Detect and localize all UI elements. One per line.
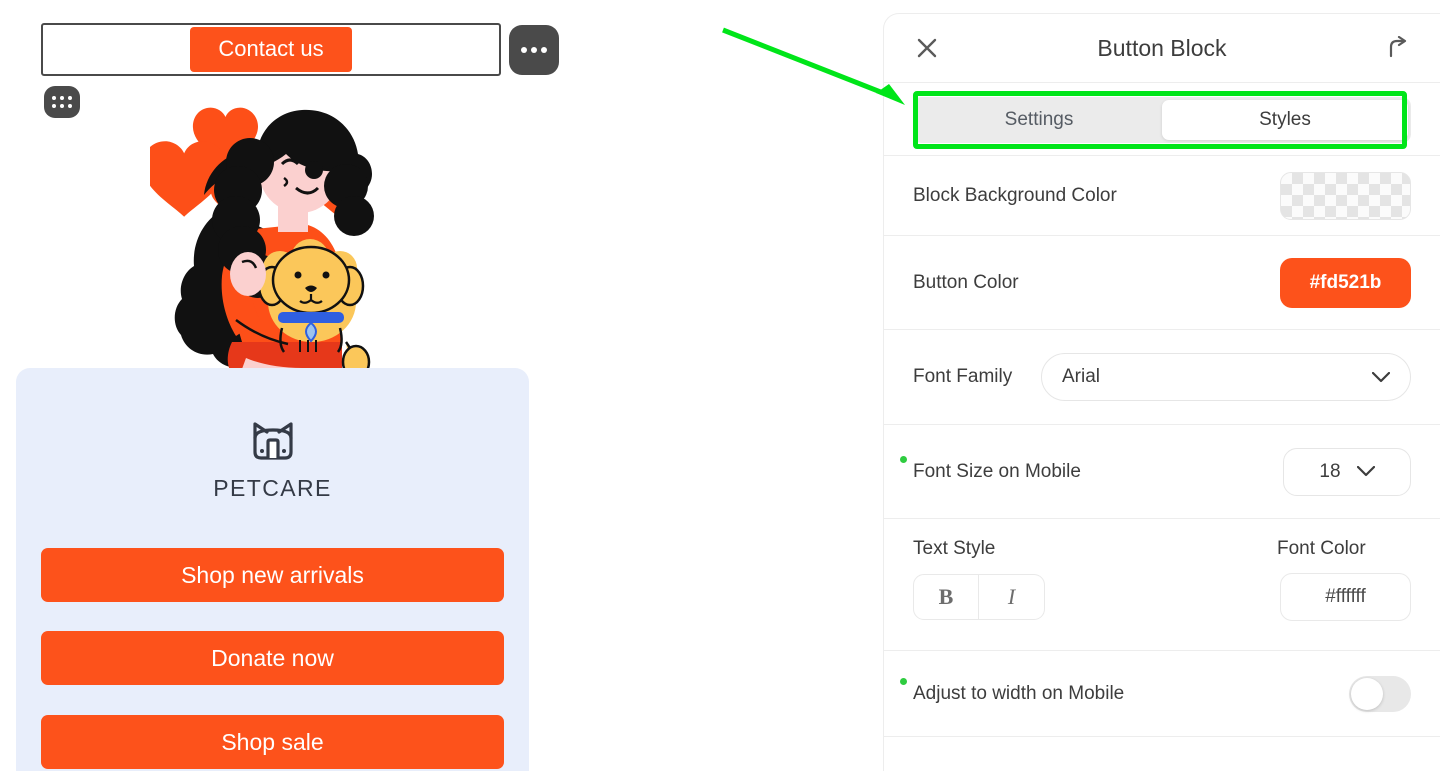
font-family-select[interactable]: Arial bbox=[1041, 353, 1411, 401]
block-background-color-label: Block Background Color bbox=[913, 184, 1117, 206]
row-text-style: Text Style Font Color B I #ffffff bbox=[884, 518, 1440, 650]
petcare-logo-text: PETCARE bbox=[213, 475, 332, 501]
drag-dot bbox=[68, 96, 72, 100]
block-settings-panel: Button Block Settings Styles Block Backg… bbox=[883, 13, 1440, 771]
dog-eye bbox=[322, 271, 330, 279]
ellipsis-dot bbox=[521, 47, 527, 53]
tab-styles[interactable]: Styles bbox=[1162, 100, 1408, 140]
block-background-color-swatch[interactable] bbox=[1280, 171, 1411, 220]
italic-button[interactable]: I bbox=[979, 574, 1045, 620]
font-size-mobile-value: 18 bbox=[1319, 460, 1341, 482]
tab-settings[interactable]: Settings bbox=[916, 100, 1162, 140]
adjust-width-mobile-toggle[interactable] bbox=[1349, 675, 1411, 712]
mobile-override-dot bbox=[900, 455, 907, 463]
row-font-size-mobile: Font Size on Mobile 18 bbox=[884, 424, 1440, 518]
drag-dot bbox=[52, 96, 56, 100]
row-block-background-color: Block Background Color bbox=[884, 155, 1440, 235]
panel-header: Button Block bbox=[884, 14, 1440, 83]
email-canvas: Contact us PETCARE Shop new arrivals Don… bbox=[0, 0, 880, 771]
row-font-family: Font Family Arial bbox=[884, 329, 1440, 424]
chevron-down-icon bbox=[1372, 371, 1390, 382]
button-color-swatch[interactable]: #fd521b bbox=[1280, 257, 1411, 308]
collar-tag bbox=[305, 321, 317, 343]
selected-button-block[interactable]: Contact us bbox=[41, 23, 501, 76]
eye bbox=[305, 161, 323, 179]
shop-sale-button[interactable]: Shop sale bbox=[41, 715, 504, 769]
shop-new-arrivals-button[interactable]: Shop new arrivals bbox=[41, 548, 504, 602]
petcare-card: PETCARE Shop new arrivals Donate now Sho… bbox=[16, 368, 529, 771]
font-color-input[interactable]: #ffffff bbox=[1280, 573, 1411, 621]
block-options-button[interactable] bbox=[509, 25, 559, 75]
bold-button[interactable]: B bbox=[913, 574, 979, 620]
row-adjust-width-mobile: Adjust to width on Mobile bbox=[884, 650, 1440, 736]
mobile-override-dot bbox=[900, 677, 907, 685]
ellipsis-dot bbox=[531, 47, 537, 53]
font-family-value: Arial bbox=[1062, 366, 1101, 387]
text-style-label: Text Style bbox=[913, 538, 996, 559]
drag-dot bbox=[60, 104, 64, 108]
font-family-label: Font Family bbox=[913, 366, 1013, 387]
font-color-label: Font Color bbox=[1277, 538, 1366, 559]
arrow-up-right-curve-icon[interactable] bbox=[1384, 34, 1412, 62]
toggle-knob bbox=[1351, 677, 1383, 710]
text-style-headers: Text Style Font Color bbox=[913, 538, 1411, 560]
font-size-mobile-select[interactable]: 18 bbox=[1283, 447, 1411, 496]
adjust-width-mobile-label: Adjust to width on Mobile bbox=[913, 682, 1125, 704]
text-style-controls: B I #ffffff bbox=[913, 573, 1411, 621]
hand bbox=[230, 252, 266, 296]
tabs-container: Settings Styles bbox=[884, 83, 1440, 155]
donate-now-button[interactable]: Donate now bbox=[41, 631, 504, 685]
ellipsis-dot bbox=[541, 47, 547, 53]
row-button-color: Button Color #fd521b bbox=[884, 235, 1440, 329]
dog-collar bbox=[278, 312, 344, 323]
drag-dot bbox=[52, 104, 56, 108]
cat-face-icon bbox=[252, 422, 293, 460]
hero-illustration bbox=[150, 107, 374, 380]
font-size-mobile-label: Font Size on Mobile bbox=[913, 460, 1081, 482]
panel-row-divider bbox=[884, 736, 1440, 765]
chevron-down-icon bbox=[1356, 466, 1375, 477]
dog-eye bbox=[294, 271, 302, 279]
settings-styles-tabs: Settings Styles bbox=[913, 97, 1411, 143]
drag-dot bbox=[68, 104, 72, 108]
text-style-group: B I bbox=[913, 574, 1045, 620]
contact-us-button[interactable]: Contact us bbox=[190, 27, 352, 72]
petcare-logo: PETCARE bbox=[16, 418, 529, 502]
drag-dot bbox=[60, 96, 64, 100]
close-icon[interactable] bbox=[913, 34, 941, 62]
panel-title: Button Block bbox=[1097, 34, 1227, 61]
button-color-label: Button Color bbox=[913, 271, 1019, 293]
block-drag-handle[interactable] bbox=[44, 86, 80, 118]
